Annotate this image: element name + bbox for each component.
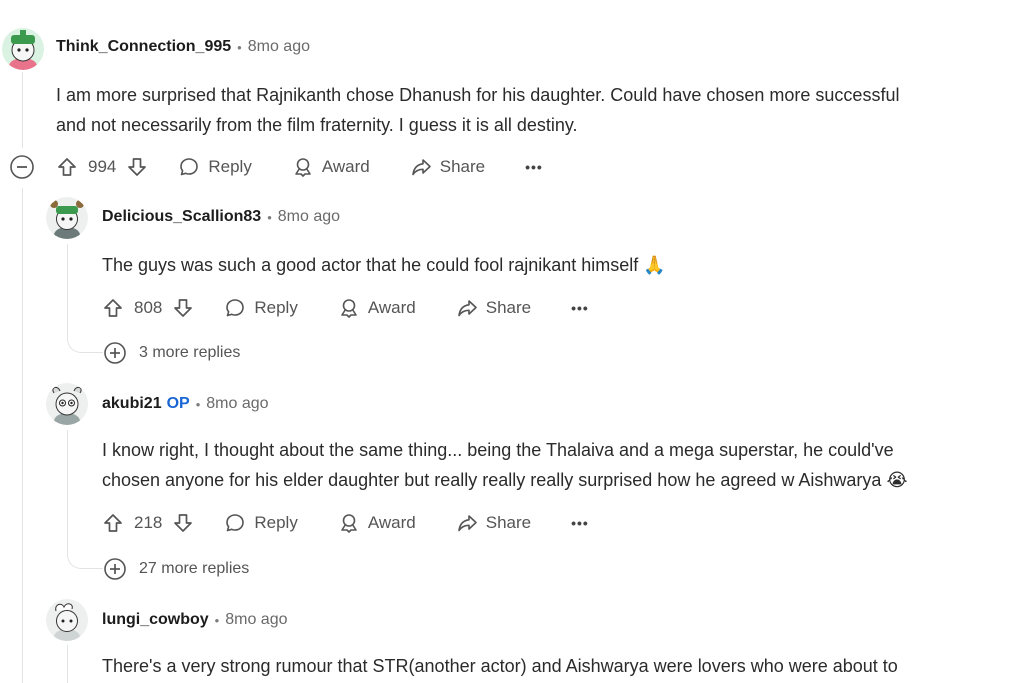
thread-line xyxy=(67,430,68,550)
share-button[interactable]: Share xyxy=(456,512,531,534)
collapse-icon xyxy=(10,155,34,179)
comment-line: I am more surprised that Rajnikanth chos… xyxy=(56,85,900,105)
timestamp[interactable]: 8mo ago xyxy=(278,208,340,226)
collapse-button[interactable] xyxy=(9,154,35,185)
more-options-button[interactable]: ••• xyxy=(571,515,589,531)
comment-meta: Think_Connection_995 • 8mo ago xyxy=(56,38,310,56)
username[interactable]: lungi_cowboy xyxy=(102,611,209,629)
crying-emoji: 😭 xyxy=(886,470,908,490)
thread-branch xyxy=(67,538,103,569)
separator: • xyxy=(267,209,272,225)
separator: • xyxy=(237,39,242,55)
timestamp[interactable]: 8mo ago xyxy=(206,395,268,413)
award-icon xyxy=(295,158,311,177)
share-icon xyxy=(411,159,431,176)
more-replies-button[interactable]: 27 more replies xyxy=(103,557,249,581)
award-label: Award xyxy=(367,513,416,532)
reply-label: Reply xyxy=(254,513,298,532)
vote-count: 994 xyxy=(88,157,117,176)
vote-count: 218 xyxy=(134,513,163,532)
reply-button[interactable]: Reply xyxy=(178,156,252,178)
comment-actions: 808 Reply Award Share ••• xyxy=(102,294,589,322)
downvote-icon xyxy=(128,158,147,176)
award-icon xyxy=(341,514,357,533)
reply-bubble-icon xyxy=(180,158,199,176)
comment-line: There's a very strong rumour that STR(an… xyxy=(102,656,898,676)
timestamp[interactable]: 8mo ago xyxy=(248,38,310,56)
reply-bubble-icon xyxy=(226,299,245,317)
comment-meta: akubi21 OP • 8mo ago xyxy=(102,395,269,413)
username[interactable]: Think_Connection_995 xyxy=(56,38,231,56)
thread-line xyxy=(22,72,23,148)
thread-line xyxy=(67,645,68,683)
upvote-icon xyxy=(58,158,76,176)
more-options-button[interactable]: ••• xyxy=(525,159,543,175)
award-button[interactable]: Award xyxy=(292,156,370,178)
downvote-icon xyxy=(174,299,193,317)
share-label: Share xyxy=(485,513,532,532)
downvote-button[interactable] xyxy=(172,297,194,319)
reply-button[interactable]: Reply xyxy=(224,297,298,319)
share-button[interactable]: Share xyxy=(456,297,531,319)
comment-meta: Delicious_Scallion83 • 8mo ago xyxy=(102,208,340,226)
comment-actions: 994 Reply Award Share ••• xyxy=(56,153,543,181)
reply-label: Reply xyxy=(208,157,252,176)
op-badge: OP xyxy=(166,395,190,412)
separator: • xyxy=(195,396,201,412)
pray-emoji: 🙏 xyxy=(643,255,666,275)
separator: • xyxy=(214,612,220,628)
share-label: Share xyxy=(485,298,532,317)
downvote-button[interactable] xyxy=(126,156,148,178)
downvote-icon xyxy=(174,514,193,532)
share-icon xyxy=(457,300,477,317)
upvote-icon xyxy=(104,514,122,532)
award-label: Award xyxy=(367,298,416,317)
comment-meta: lungi_cowboy • 8mo ago xyxy=(102,611,288,629)
thread-line xyxy=(22,188,23,683)
more-replies-label: 3 more replies xyxy=(139,344,241,361)
comment-body: I am more surprised that Rajnikanth chos… xyxy=(56,80,899,140)
upvote-button[interactable] xyxy=(56,156,78,178)
award-button[interactable]: Award xyxy=(338,512,416,534)
upvote-button[interactable] xyxy=(102,512,124,534)
downvote-button[interactable] xyxy=(172,512,194,534)
award-icon xyxy=(341,299,357,318)
comment-line: The guys was such a good actor that he c… xyxy=(102,255,666,275)
upvote-icon xyxy=(104,299,122,317)
more-replies-button[interactable]: 3 more replies xyxy=(103,341,240,365)
comment-body: The guys was such a good actor that he c… xyxy=(102,250,666,280)
username[interactable]: Delicious_Scallion83 xyxy=(102,208,261,226)
avatar[interactable] xyxy=(46,197,88,239)
share-icon xyxy=(457,515,477,532)
more-replies-label: 27 more replies xyxy=(139,560,250,577)
expand-icon xyxy=(104,342,126,364)
comment-line: chosen anyone for his elder daughter but… xyxy=(102,470,908,490)
comment-body: There's a very strong rumour that STR(an… xyxy=(102,651,898,681)
reply-bubble-icon xyxy=(226,514,245,532)
share-label: Share xyxy=(439,157,486,176)
avatar[interactable] xyxy=(46,383,88,425)
more-options-button[interactable]: ••• xyxy=(571,300,589,316)
comment-line: and not necessarily from the film frater… xyxy=(56,115,578,135)
avatar[interactable] xyxy=(46,599,88,641)
award-label: Award xyxy=(321,157,370,176)
comment-line: I know right, I thought about the same t… xyxy=(102,440,894,460)
upvote-button[interactable] xyxy=(102,297,124,319)
share-button[interactable]: Share xyxy=(410,156,485,178)
expand-icon xyxy=(104,558,126,580)
comment-actions: 218 Reply Award Share ••• xyxy=(102,509,589,537)
thread-branch xyxy=(67,322,103,353)
vote-count: 808 xyxy=(134,298,163,317)
comment-body: I know right, I thought about the same t… xyxy=(102,435,908,495)
reply-label: Reply xyxy=(254,298,298,317)
timestamp[interactable]: 8mo ago xyxy=(225,611,287,629)
username[interactable]: akubi21 xyxy=(102,395,162,413)
reply-button[interactable]: Reply xyxy=(224,512,298,534)
avatar[interactable] xyxy=(2,28,44,70)
award-button[interactable]: Award xyxy=(338,297,416,319)
